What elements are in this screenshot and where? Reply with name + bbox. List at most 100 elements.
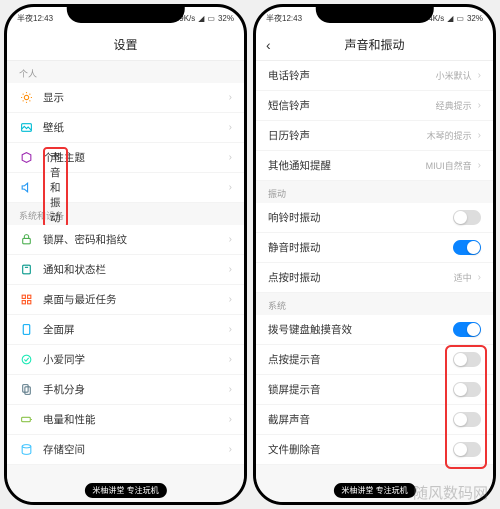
bottom-banner: 米柚讲堂 专注玩机	[84, 483, 166, 498]
row-label: 电量和性能	[43, 412, 229, 427]
sound-list: 电话铃声 小米默认 › 短信铃声 经典提示 › 日历铃声 木琴的提示 › 其他通…	[256, 61, 493, 502]
toggle-switch[interactable]	[453, 382, 481, 397]
row-storage[interactable]: 存储空间 ›	[7, 435, 244, 465]
bottom-banner: 米柚讲堂 专注玩机	[333, 483, 415, 498]
row-sound-vibration[interactable]: 声音和振动 ›	[7, 173, 244, 203]
chevron-icon: ›	[229, 264, 232, 275]
status-battery: 32%	[218, 14, 234, 23]
row-xiaoai[interactable]: 小爱同学 ›	[7, 345, 244, 375]
chevron-icon: ›	[478, 70, 481, 81]
toggle-switch[interactable]	[453, 352, 481, 367]
row-label: 锁屏提示音	[268, 382, 453, 397]
chevron-icon: ›	[229, 324, 232, 335]
chevron-icon: ›	[478, 272, 481, 283]
back-button[interactable]: ‹	[266, 37, 271, 53]
row-label: 截屏声音	[268, 412, 453, 427]
row-label: 锁屏、密码和指纹	[43, 232, 229, 247]
row-label: 文件删除音	[268, 442, 453, 457]
row-dial-sound[interactable]: 拨号键盘触摸音效	[256, 315, 493, 345]
status-time: 半夜12:43	[17, 13, 53, 24]
theme-icon	[19, 151, 33, 165]
toggle-switch[interactable]	[453, 412, 481, 427]
battery-icon	[19, 413, 33, 427]
chevron-icon: ›	[229, 354, 232, 365]
toggle-switch[interactable]	[453, 210, 481, 225]
row-value: MIUI自然音	[426, 159, 472, 172]
row-label: 其他通知提醒	[268, 158, 426, 173]
row-vibrate-silent[interactable]: 静音时振动	[256, 233, 493, 263]
chevron-icon: ›	[478, 100, 481, 111]
chevron-icon: ›	[229, 152, 232, 163]
page-title: 设置	[113, 36, 137, 53]
toggle-switch[interactable]	[453, 322, 481, 337]
row-label: 通知和状态栏	[43, 262, 229, 277]
lock-icon	[19, 233, 33, 247]
phone-sound-settings: 半夜12:43 1.84K/s ◢ ▭ 32% ‹ 声音和振动 电话铃声 小米默…	[253, 4, 496, 505]
signal-icon: ◢	[198, 14, 204, 23]
row-delete-sound[interactable]: 文件删除音	[256, 435, 493, 465]
sun-icon	[19, 91, 33, 105]
row-secondspace[interactable]: 手机分身 ›	[7, 375, 244, 405]
row-notifications[interactable]: 通知和状态栏 ›	[7, 255, 244, 285]
clone-icon	[19, 383, 33, 397]
chevron-icon: ›	[229, 294, 232, 305]
ai-icon	[19, 353, 33, 367]
bell-icon	[19, 263, 33, 277]
row-desktop[interactable]: 桌面与最近任务 ›	[7, 285, 244, 315]
row-label: 小爱同学	[43, 352, 229, 367]
row-battery[interactable]: 电量和性能 ›	[7, 405, 244, 435]
row-vibrate-tap[interactable]: 点按时振动 适中 ›	[256, 263, 493, 293]
row-label: 个性主题	[43, 150, 229, 165]
row-label: 日历铃声	[268, 128, 427, 143]
row-tap-sound[interactable]: 点按提示音	[256, 345, 493, 375]
status-battery: 32%	[467, 14, 483, 23]
chevron-icon: ›	[229, 384, 232, 395]
image-icon	[19, 121, 33, 135]
header: ‹ 声音和振动	[256, 29, 493, 61]
row-label: 电话铃声	[268, 68, 436, 83]
chevron-icon: ›	[478, 160, 481, 171]
row-calendar-ringtone[interactable]: 日历铃声 木琴的提示 ›	[256, 121, 493, 151]
chevron-icon: ›	[229, 234, 232, 245]
status-time: 半夜12:43	[266, 13, 302, 24]
row-label: 短信铃声	[268, 98, 436, 113]
row-label: 壁纸	[43, 120, 229, 135]
toggle-switch[interactable]	[453, 442, 481, 457]
row-value: 小米默认	[436, 69, 472, 82]
fullscreen-icon	[19, 323, 33, 337]
battery-icon: ▭	[207, 14, 215, 23]
row-label: 声音和振动	[43, 147, 68, 228]
toggle-switch[interactable]	[453, 240, 481, 255]
section-system: 系统	[256, 293, 493, 315]
chevron-icon: ›	[229, 414, 232, 425]
chevron-icon: ›	[229, 182, 232, 193]
storage-icon	[19, 443, 33, 457]
row-phone-ringtone[interactable]: 电话铃声 小米默认 ›	[256, 61, 493, 91]
header: 设置	[7, 29, 244, 61]
row-screenshot-sound[interactable]: 截屏声音	[256, 405, 493, 435]
row-value: 适中	[454, 271, 472, 284]
row-lockscreen[interactable]: 锁屏、密码和指纹 ›	[7, 225, 244, 255]
page-title: 声音和振动	[344, 36, 404, 53]
row-wallpaper[interactable]: 壁纸 ›	[7, 113, 244, 143]
row-label: 桌面与最近任务	[43, 292, 229, 307]
signal-icon: ◢	[447, 14, 453, 23]
chevron-icon: ›	[478, 130, 481, 141]
row-fullscreen[interactable]: 全面屏 ›	[7, 315, 244, 345]
grid-icon	[19, 293, 33, 307]
phone-settings: 半夜12:43 10.9K/s ◢ ▭ 32% 设置 个人 显示 › 壁纸 › …	[4, 4, 247, 505]
row-display[interactable]: 显示 ›	[7, 83, 244, 113]
chevron-icon: ›	[229, 444, 232, 455]
row-label: 拨号键盘触摸音效	[268, 322, 453, 337]
battery-icon: ▭	[456, 14, 464, 23]
chevron-icon: ›	[229, 122, 232, 133]
row-value: 经典提示	[436, 99, 472, 112]
row-label: 点按时振动	[268, 270, 454, 285]
chevron-icon: ›	[229, 92, 232, 103]
row-lock-sound[interactable]: 锁屏提示音	[256, 375, 493, 405]
row-vibrate-ring[interactable]: 响铃时振动	[256, 203, 493, 233]
settings-list: 个人 显示 › 壁纸 › 个性主题 › 声音和振动 › 系统和设备 锁屏、密码和…	[7, 61, 244, 502]
row-label: 全面屏	[43, 322, 229, 337]
row-other-notification[interactable]: 其他通知提醒 MIUI自然音 ›	[256, 151, 493, 181]
row-sms-ringtone[interactable]: 短信铃声 经典提示 ›	[256, 91, 493, 121]
